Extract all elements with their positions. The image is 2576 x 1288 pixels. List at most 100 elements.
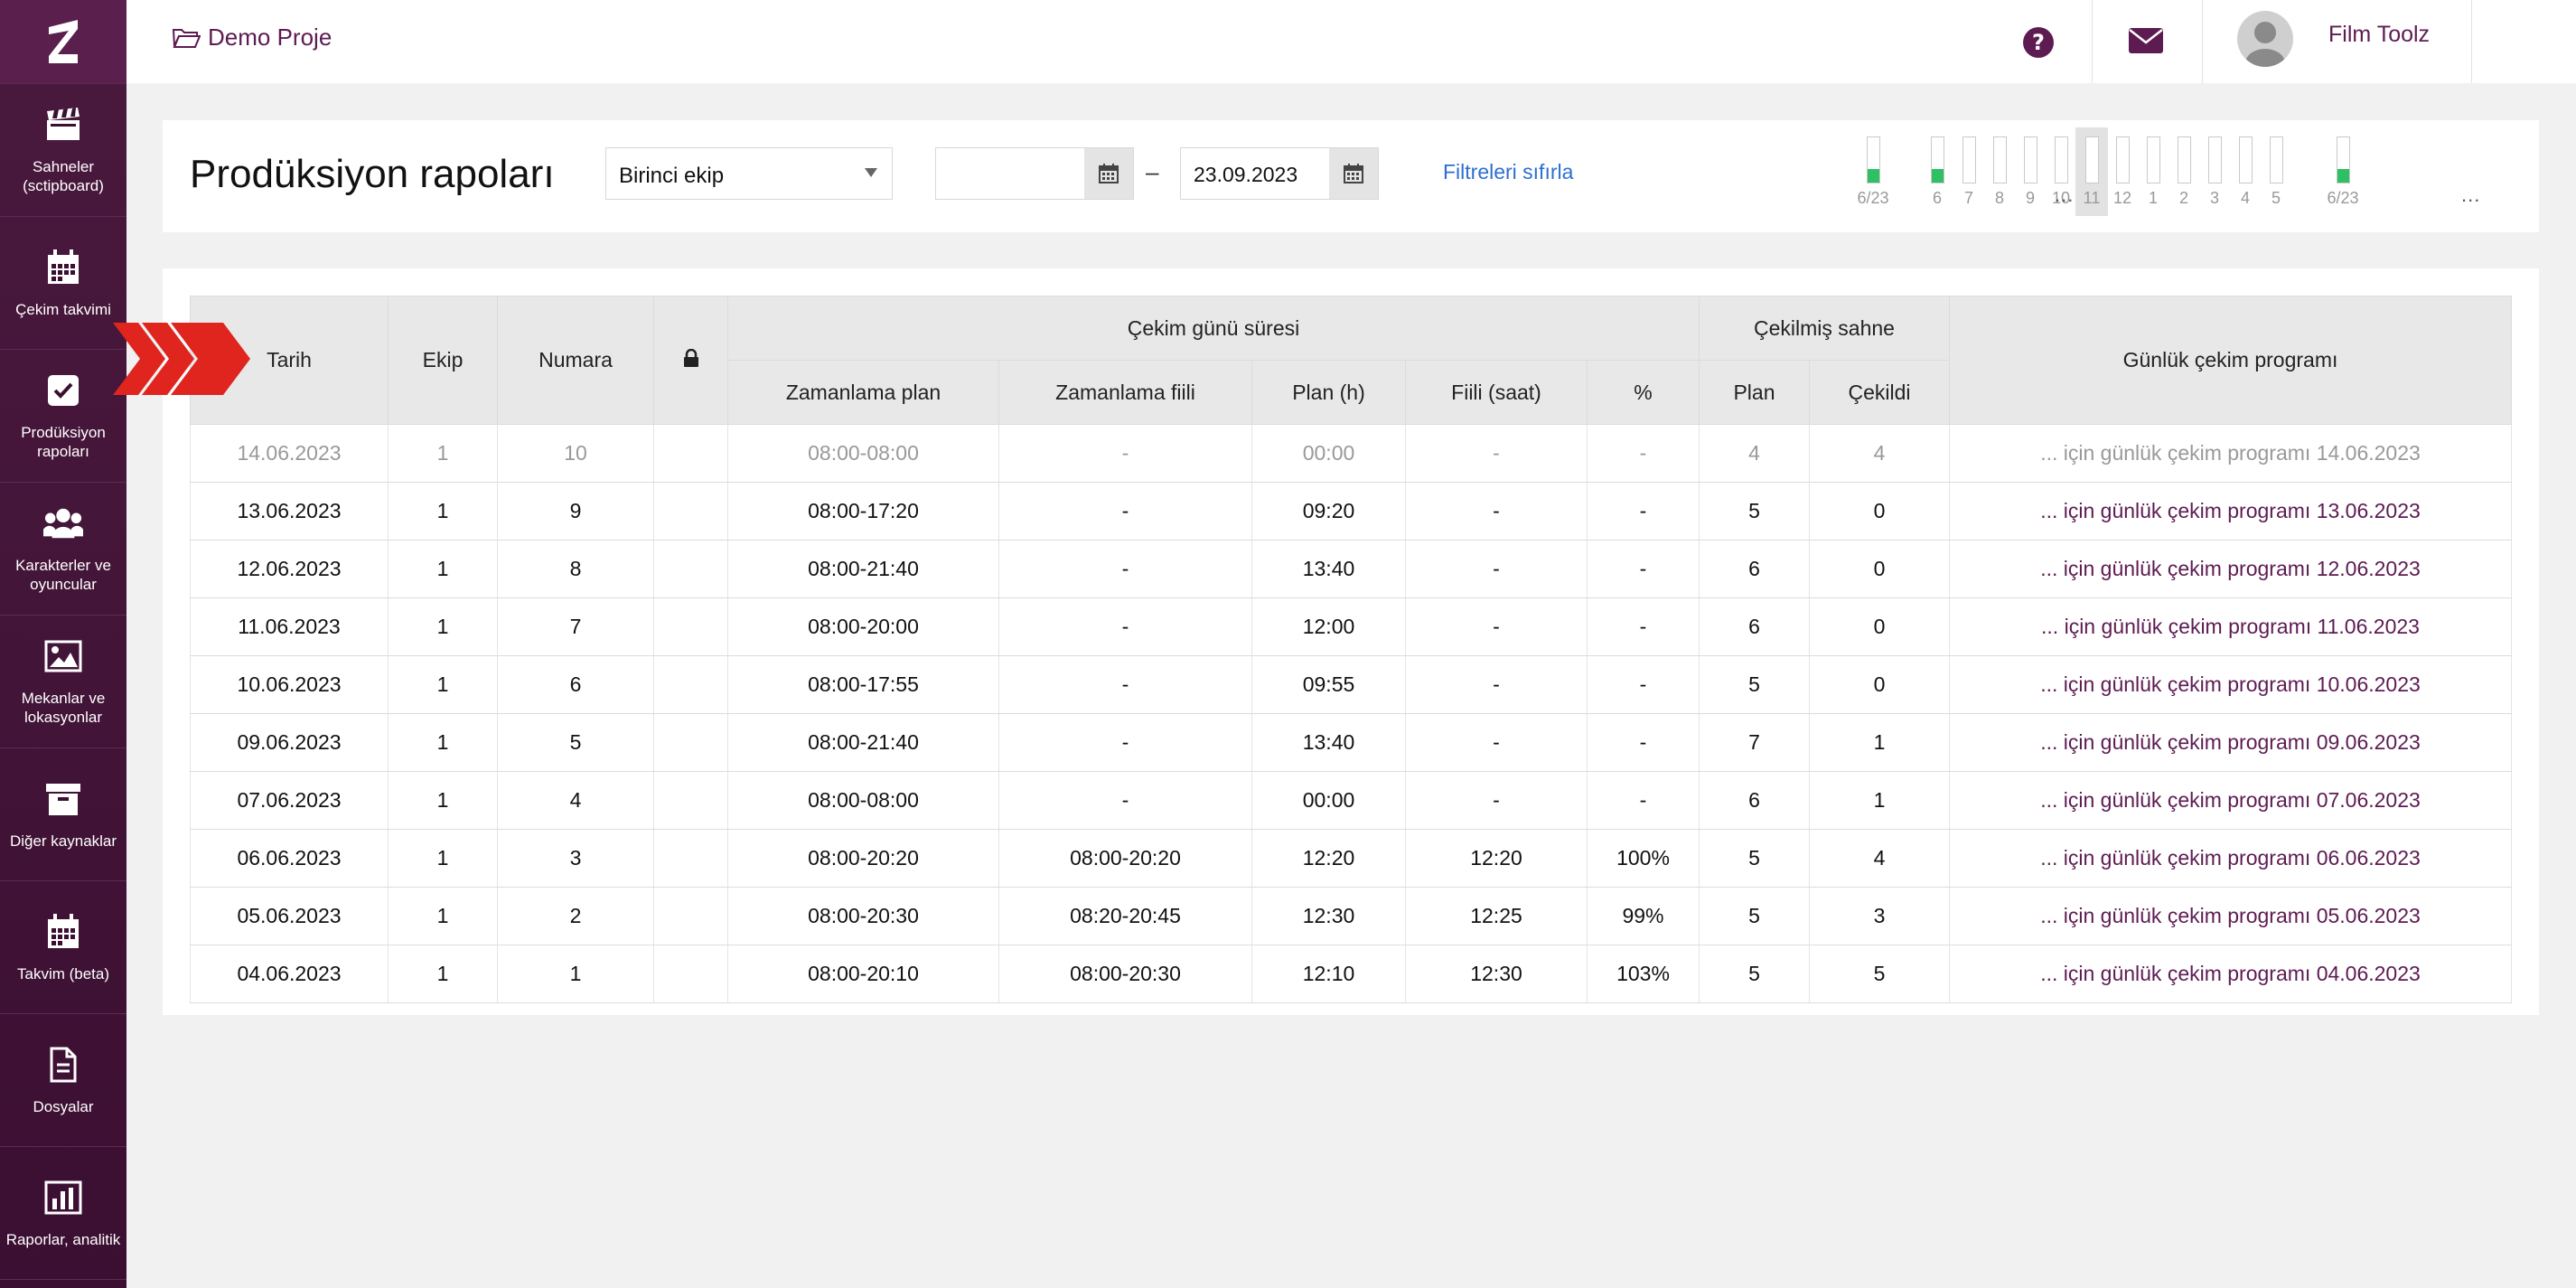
timeline-bar — [2177, 136, 2191, 183]
col-sched-plan: Zamanlama plan — [727, 360, 999, 425]
cell-num: 6 — [497, 655, 654, 714]
help-icon[interactable]: ? — [2021, 25, 2056, 60]
cell-shot: 0 — [1809, 655, 1950, 714]
cell-date: 10.06.2023 — [190, 655, 389, 714]
project-name: Demo Proje — [208, 24, 333, 51]
timeline-label: 6/23 — [1857, 189, 1889, 207]
svg-text:?: ? — [2032, 30, 2045, 55]
sidebar-item-label: Karakterler ve oyuncular — [15, 557, 111, 593]
cell-ph: 12:10 — [1251, 945, 1406, 1003]
sidebar-item-6[interactable]: Diğer kaynaklar — [0, 748, 126, 881]
timeline-bar — [1992, 136, 2007, 183]
project-link[interactable]: Demo Proje — [172, 24, 332, 52]
cell-num: 1 — [497, 945, 654, 1003]
table-row[interactable]: 05.06.2023 1 2 08:00-20:30 08:20-20:45 12:30 1… — [190, 887, 2512, 945]
cell-team: 1 — [388, 887, 498, 945]
col-number[interactable]: Numara — [497, 296, 654, 425]
col-percent: % — [1587, 360, 1700, 425]
cell-lock — [653, 482, 728, 541]
table-row[interactable]: 13.06.2023 1 9 08:00-17:20-09:20- -5 0... içi… — [190, 482, 2512, 541]
cell-num: 10 — [497, 424, 654, 483]
cell-plan: 6 — [1699, 540, 1810, 598]
cell-date: 09.06.2023 — [190, 713, 389, 772]
cell-link[interactable]: ... için günlük çekim programı 12.06.202… — [1949, 540, 2512, 598]
app-logo[interactable] — [0, 0, 126, 84]
cell-num: 8 — [497, 540, 654, 598]
timeline-ellipsis: ... — [2055, 183, 2075, 206]
reset-filters-link[interactable]: Filtreleri sıfırla — [1443, 160, 1573, 184]
cell-link[interactable]: ... için günlük çekim programı 14.06.202… — [1949, 424, 2512, 483]
team-select[interactable]: Birinci ekip — [605, 147, 893, 200]
col-plan-hours: Plan (h) — [1251, 360, 1406, 425]
cell-link[interactable]: ... için günlük çekim programı 05.06.202… — [1949, 887, 2512, 945]
col-scene-plan: Plan — [1699, 360, 1810, 425]
cell-link[interactable]: ... için günlük çekim programı 04.06.202… — [1949, 945, 2512, 1003]
table-row[interactable]: 11.06.2023 1 7 08:00-20:00-12:00- -6 0... içi… — [190, 597, 2512, 656]
sidebar-item-2[interactable]: Çekim takvimi — [0, 217, 126, 350]
table-row[interactable]: 09.06.2023 1 5 08:00-21:40-13:40- -7 1... içi… — [190, 713, 2512, 772]
sidebar-item-4[interactable]: Karakterler ve oyuncular — [0, 483, 126, 616]
calendar-icon[interactable] — [1084, 148, 1133, 199]
cell-ah: - — [1405, 655, 1588, 714]
date-from-field[interactable] — [935, 147, 1134, 200]
cell-sp: 08:00-20:30 — [727, 887, 999, 945]
cell-sa: 08:00-20:30 — [998, 945, 1252, 1003]
timeline-bar — [1930, 136, 1944, 183]
timeline-day[interactable]: 6/23 — [1855, 136, 1891, 208]
timeline-bar — [2115, 136, 2130, 183]
cell-plan: 5 — [1699, 945, 1810, 1003]
cell-ph: 00:00 — [1251, 771, 1406, 830]
cell-num: 4 — [497, 771, 654, 830]
sidebar-item-label: Prodüksiyon rapoları — [21, 424, 106, 460]
clapperboard-icon — [43, 105, 83, 145]
sidebar-item-1[interactable]: Sahneler (sctipboard) — [0, 84, 126, 217]
timeline-fill — [1931, 169, 1944, 183]
cell-ah: - — [1405, 482, 1588, 541]
cell-sa: - — [998, 655, 1252, 714]
cell-pct: - — [1587, 540, 1700, 598]
cell-pct: 99% — [1587, 887, 1700, 945]
avatar[interactable] — [2237, 11, 2293, 67]
timeline-ellipsis: ... — [2461, 183, 2481, 206]
sidebar-item-9[interactable]: Raporlar, analitik — [0, 1147, 126, 1280]
cell-link[interactable]: ... için günlük çekim programı 06.06.202… — [1949, 829, 2512, 888]
logo-z-icon — [49, 20, 78, 63]
timeline-day[interactable]: 5 — [2258, 136, 2294, 208]
date-to-field[interactable]: 23.09.2023 — [1180, 147, 1379, 200]
cell-link[interactable]: ... için günlük çekim programı 07.06.202… — [1949, 771, 2512, 830]
checkbox-icon — [43, 371, 83, 410]
cell-link[interactable]: ... için günlük çekim programı 09.06.202… — [1949, 713, 2512, 772]
cell-pct: - — [1587, 771, 1700, 830]
table-row[interactable]: 04.06.2023 1 1 08:00-20:10 08:00-20:30 12:10 1… — [190, 945, 2512, 1003]
cell-sp: 08:00-20:10 — [727, 945, 999, 1003]
date-to-value: 23.09.2023 — [1194, 163, 1298, 186]
cell-num: 5 — [497, 713, 654, 772]
mail-icon[interactable] — [2128, 27, 2164, 54]
cell-ah: - — [1405, 771, 1588, 830]
table-row[interactable]: 06.06.2023 1 3 08:00-20:20 08:00-20:20 12:20 1… — [190, 829, 2512, 888]
col-team[interactable]: Ekip — [388, 296, 498, 425]
cell-shot: 0 — [1809, 482, 1950, 541]
cell-lock — [653, 713, 728, 772]
sidebar-item-label: Dosyalar — [33, 1097, 94, 1115]
sidebar: Sahneler (sctipboard) Çekim takvimi Prodük… — [0, 0, 126, 1288]
sidebar-item-8[interactable]: Dosyalar — [0, 1014, 126, 1147]
sidebar-item-5[interactable]: Mekanlar ve lokasyonlar — [0, 616, 126, 748]
timeline-day[interactable]: 6 — [1919, 136, 1955, 208]
cell-link[interactable]: ... için günlük çekim programı 11.06.202… — [1949, 597, 2512, 656]
cell-link[interactable]: ... için günlük çekim programı 13.06.202… — [1949, 482, 2512, 541]
sidebar-item-7[interactable]: Takvim (beta) — [0, 881, 126, 1014]
cell-sa: - — [998, 597, 1252, 656]
cell-ph: 13:40 — [1251, 713, 1406, 772]
table-row[interactable]: 12.06.2023 1 8 08:00-21:40-13:40- -6 0... içi… — [190, 540, 2512, 598]
calendar-icon[interactable] — [1329, 148, 1378, 199]
cell-link[interactable]: ... için günlük çekim programı 10.06.202… — [1949, 655, 2512, 714]
timeline-day[interactable]: 6/23 — [2325, 136, 2361, 208]
table-row[interactable]: 07.06.2023 1 4 08:00-08:00-00:00- -6 1... içi… — [190, 771, 2512, 830]
cell-shot: 3 — [1809, 887, 1950, 945]
table-row[interactable]: 14.06.2023 1 10 08:00-08:00-00:00- -4 4... iç… — [190, 424, 2512, 483]
table-row[interactable]: 10.06.2023 1 6 08:00-17:55-09:55- -5 0... içi… — [190, 655, 2512, 714]
date-range-dash: – — [1146, 158, 1159, 185]
user-name[interactable]: Film Toolz — [2328, 22, 2430, 48]
sidebar-item-3[interactable]: Prodüksiyon rapoları — [0, 350, 126, 483]
